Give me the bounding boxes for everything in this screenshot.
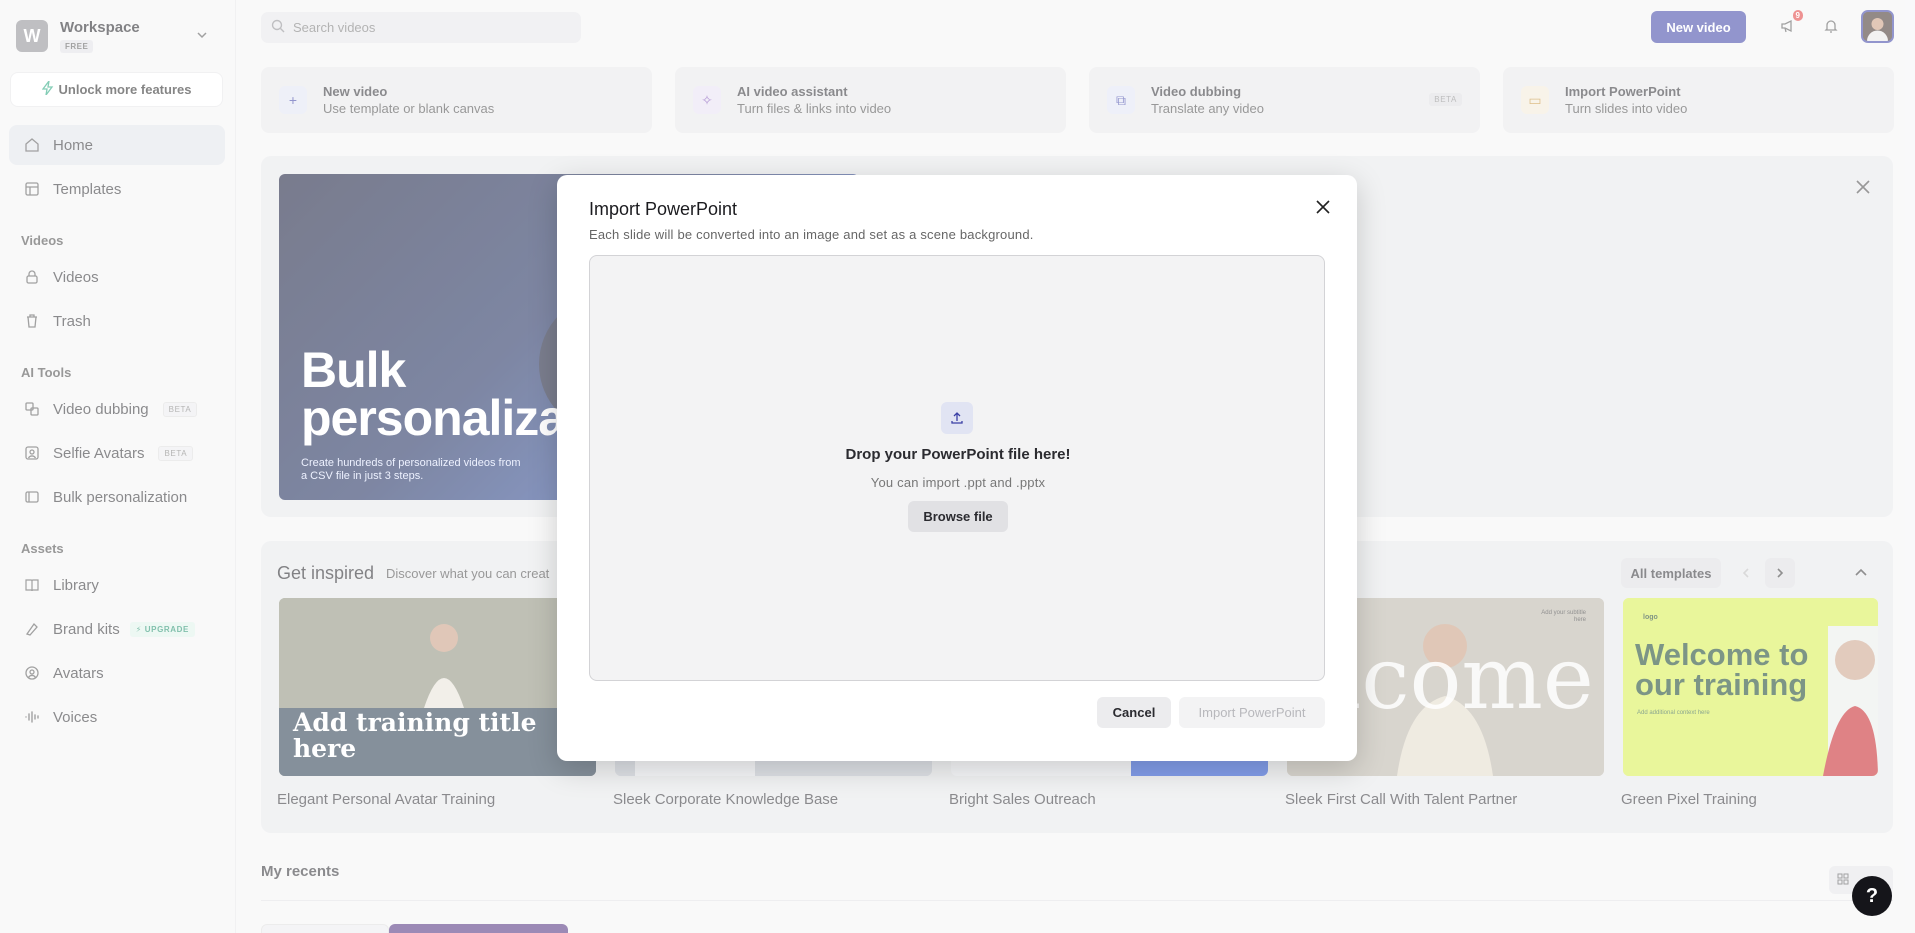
question-mark-icon: ? — [1865, 884, 1879, 907]
browse-file-button[interactable]: Browse file — [908, 501, 1008, 532]
dialog-subtitle: Each slide will be converted into an ima… — [589, 227, 1034, 242]
dropzone-subtitle: You can import .ppt and .pptx — [870, 475, 1046, 490]
import-powerpoint-dialog: Import PowerPoint Each slide will be con… — [557, 175, 1357, 761]
file-dropzone[interactable]: Drop your PowerPoint file here! You can … — [589, 255, 1325, 681]
cancel-button[interactable]: Cancel — [1097, 697, 1171, 728]
dialog-title: Import PowerPoint — [589, 199, 738, 219]
help-button[interactable]: ? — [1852, 876, 1892, 916]
dropzone-title: Drop your PowerPoint file here! — [845, 446, 1071, 463]
close-icon[interactable] — [1309, 193, 1337, 221]
import-powerpoint-button[interactable]: Import PowerPoint — [1179, 697, 1325, 728]
upload-icon — [941, 402, 973, 434]
